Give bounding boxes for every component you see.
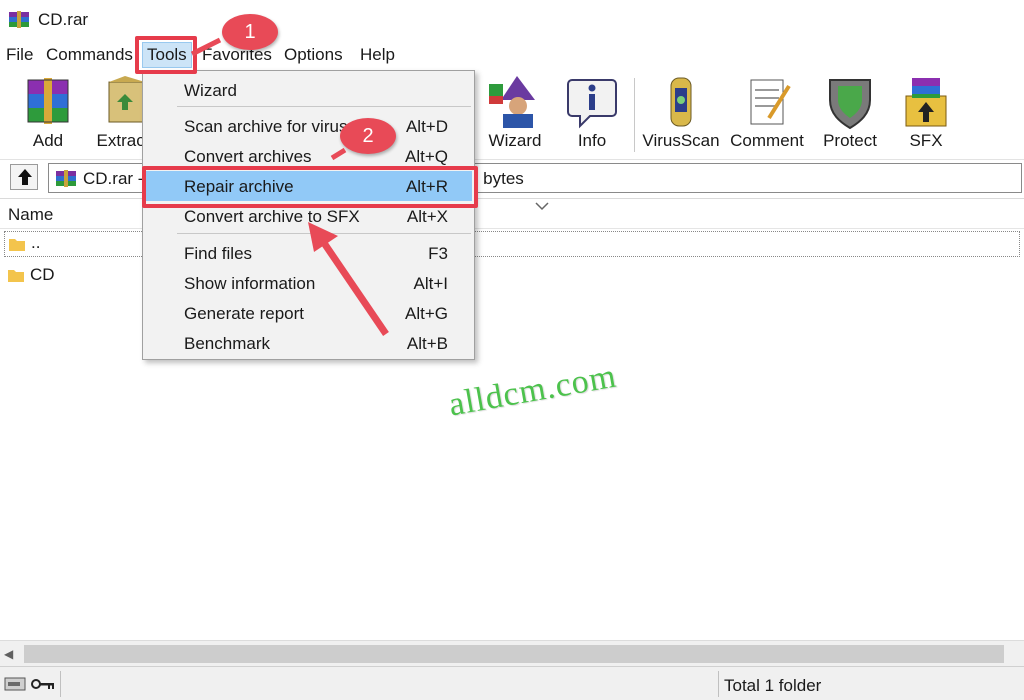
protect-icon bbox=[829, 79, 871, 130]
rar-file-icon bbox=[56, 170, 76, 187]
menu-help[interactable]: Help bbox=[358, 45, 397, 65]
scroll-left-icon[interactable]: ◀ bbox=[4, 647, 13, 661]
horizontal-scrollbar[interactable]: ◀ bbox=[0, 640, 1024, 666]
menu-item-label: Show information bbox=[184, 274, 316, 293]
sort-chevron-icon bbox=[535, 202, 549, 211]
archive-path: CD.rar - bbox=[83, 169, 144, 188]
menu-item-label: Convert archive to SFX bbox=[184, 207, 360, 226]
menu-item-label: Find files bbox=[184, 244, 253, 263]
menu-item-label: Convert archives bbox=[184, 147, 312, 166]
column-name-header[interactable]: Name bbox=[8, 205, 53, 225]
scrollbar-thumb[interactable] bbox=[24, 645, 1004, 663]
annotation-badge-1: 1 bbox=[222, 14, 278, 50]
menu-item-shortcut: Alt+I bbox=[413, 274, 449, 293]
sfx-icon bbox=[905, 78, 947, 127]
add-archive-icon bbox=[27, 78, 69, 124]
virusscan-button[interactable]: VirusScan bbox=[640, 70, 722, 158]
menu-item-shortcut: Alt+G bbox=[405, 304, 448, 323]
title-bar: CD.rar bbox=[0, 0, 1024, 40]
status-separator bbox=[718, 671, 719, 697]
wizard-label: Wizard bbox=[488, 131, 542, 150]
comment-icon bbox=[750, 79, 791, 125]
annotation-highlight-repair bbox=[142, 166, 478, 208]
menu-item-scan-archive[interactable]: Scan archive for viruses Alt+D bbox=[145, 111, 472, 141]
menu-item-generate-report[interactable]: Generate report Alt+G bbox=[145, 298, 472, 328]
menu-item-shortcut: Alt+Q bbox=[405, 147, 448, 166]
add-button[interactable]: Add bbox=[8, 70, 88, 158]
menu-item-shortcut: F3 bbox=[428, 244, 448, 263]
sfx-label: SFX bbox=[909, 131, 943, 150]
menu-item-label: Scan archive for viruses bbox=[184, 117, 366, 136]
info-icon bbox=[567, 79, 617, 129]
menu-item-show-information[interactable]: Show information Alt+I bbox=[145, 268, 472, 298]
menu-item-label: Benchmark bbox=[184, 334, 270, 353]
menu-separator bbox=[177, 106, 471, 107]
status-bar: Total 1 folder bbox=[0, 666, 1024, 700]
protect-label: Protect bbox=[823, 131, 877, 150]
wizard-icon bbox=[489, 76, 535, 128]
up-arrow-icon bbox=[18, 169, 32, 185]
virusscan-label: VirusScan bbox=[642, 131, 720, 150]
wizard-button[interactable]: Wizard bbox=[475, 70, 555, 158]
toolbar-separator bbox=[634, 78, 635, 152]
annotation-badge-2: 2 bbox=[340, 118, 396, 154]
annotation-highlight-tools bbox=[135, 36, 197, 74]
drive-key-icon[interactable] bbox=[4, 674, 56, 694]
status-separator bbox=[60, 671, 61, 697]
row-name: .. bbox=[31, 233, 41, 252]
menu-file[interactable]: File bbox=[4, 45, 35, 65]
folder-icon bbox=[8, 270, 24, 282]
info-button[interactable]: Info bbox=[552, 70, 632, 158]
info-label: Info bbox=[577, 131, 607, 150]
up-folder-button[interactable] bbox=[10, 164, 38, 190]
comment-label: Comment bbox=[730, 131, 804, 150]
sfx-button[interactable]: SFX bbox=[886, 70, 966, 158]
virusscan-icon bbox=[670, 77, 692, 127]
menu-separator bbox=[177, 233, 471, 234]
winrar-app-icon bbox=[9, 11, 29, 28]
row-name: CD bbox=[30, 265, 55, 284]
protect-button[interactable]: Protect bbox=[810, 70, 890, 158]
comment-button[interactable]: Comment bbox=[726, 70, 808, 158]
menu-item-wizard[interactable]: Wizard bbox=[145, 75, 472, 105]
status-text: Total 1 folder bbox=[724, 676, 822, 695]
menu-item-benchmark[interactable]: Benchmark Alt+B bbox=[145, 328, 472, 358]
menu-item-shortcut: Alt+X bbox=[406, 207, 448, 226]
menu-item-find-files[interactable]: Find files F3 bbox=[145, 238, 472, 268]
window-title: CD.rar bbox=[38, 10, 89, 29]
menu-item-shortcut: Alt+D bbox=[405, 117, 448, 136]
tools-dropdown-menu: Wizard Scan archive for viruses Alt+D Co… bbox=[142, 70, 475, 360]
menu-commands[interactable]: Commands bbox=[44, 45, 135, 65]
menu-options[interactable]: Options bbox=[282, 45, 345, 65]
folder-icon bbox=[9, 239, 25, 251]
add-label: Add bbox=[32, 131, 64, 150]
menu-item-label: Wizard bbox=[184, 81, 237, 100]
menu-item-label: Generate report bbox=[184, 304, 305, 323]
menu-item-shortcut: Alt+B bbox=[406, 334, 448, 353]
